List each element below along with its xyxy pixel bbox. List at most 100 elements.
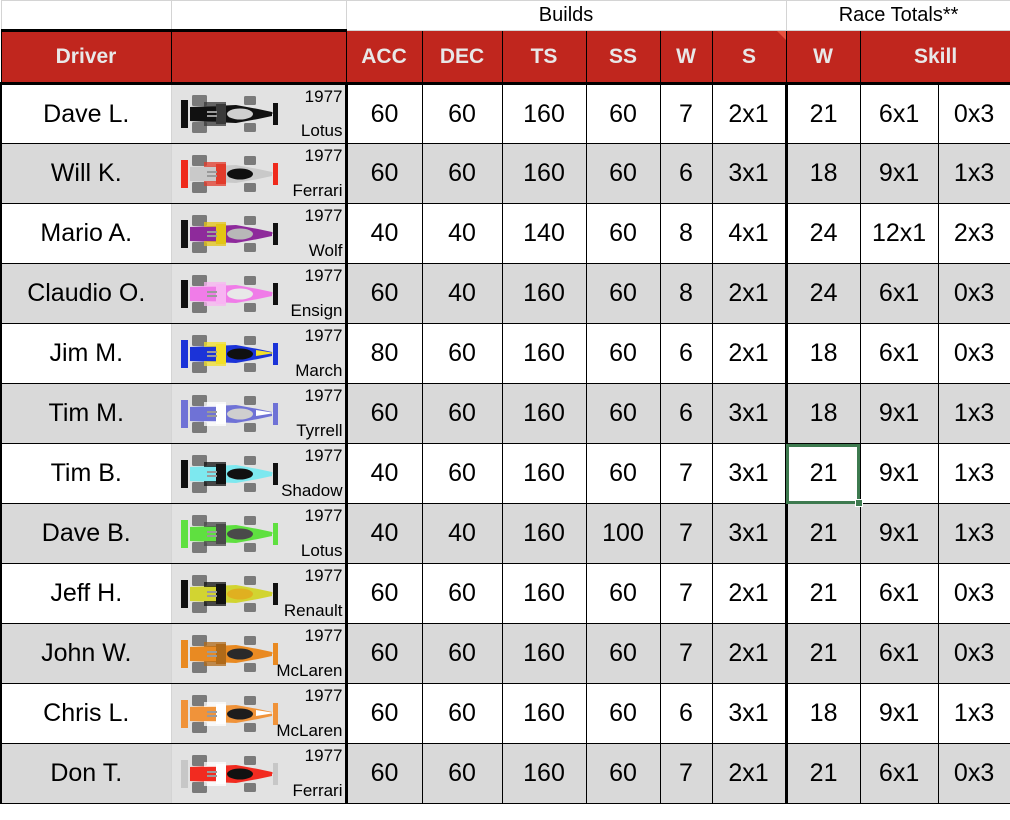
cell-w-total[interactable]: 21 [785,743,861,804]
cell-ts[interactable]: 160 [501,263,587,324]
cell-car[interactable]: 1977 Ensign [170,263,348,324]
cell-ts[interactable]: 160 [501,383,587,444]
cell-acc[interactable]: 40 [344,503,423,564]
cell-s-build[interactable]: 2x1 [711,323,788,384]
cell-s-build[interactable]: 2x1 [711,623,788,684]
cell-skill[interactable]: 6x1 [859,623,939,684]
cell-acc[interactable]: 40 [344,443,423,504]
cell-s-build[interactable]: 2x1 [711,83,788,144]
cell-ss[interactable]: 60 [585,563,661,624]
cell-acc[interactable]: 80 [344,323,423,384]
cell-acc[interactable]: 40 [344,203,423,264]
cell-skill[interactable]: 12x1 [859,203,939,264]
cell-w-build[interactable]: 7 [659,503,713,564]
cell-car[interactable]: 1977 McLaren [170,683,348,744]
cell-ss[interactable]: 60 [585,683,661,744]
cell-driver[interactable]: Tim B. [0,443,172,504]
cell-w-build[interactable]: 7 [659,443,713,504]
cell-skill[interactable]: 6x1 [859,323,939,384]
cell-dec[interactable]: 60 [421,83,503,144]
cell-ss[interactable]: 60 [585,743,661,804]
cell-skill-secondary[interactable]: 0x3 [937,743,1010,804]
cell-ss[interactable]: 60 [585,203,661,264]
column-header-w-total[interactable]: W [785,30,861,85]
cell-driver[interactable]: Will K. [0,143,172,204]
cell-skill-secondary[interactable]: 0x3 [937,263,1010,324]
cell-ss[interactable]: 100 [585,503,661,564]
cell-car[interactable]: 1977 Tyrrell [170,383,348,444]
cell-skill[interactable]: 6x1 [859,563,939,624]
cell-ts[interactable]: 160 [501,563,587,624]
cell-w-total[interactable]: 18 [785,383,861,444]
cell-car[interactable]: 1977 Wolf [170,203,348,264]
cell-w-build[interactable]: 6 [659,323,713,384]
cell-ts[interactable]: 160 [501,623,587,684]
cell-w-total[interactable]: 21 [785,563,861,624]
cell-w-build[interactable]: 7 [659,623,713,684]
column-header-car[interactable] [170,30,347,85]
cell-dec[interactable]: 40 [421,203,503,264]
cell-skill[interactable]: 9x1 [859,443,939,504]
cell-car[interactable]: 1977 Ferrari [170,143,348,204]
cell-skill-secondary[interactable]: 1x3 [937,683,1010,744]
cell-car[interactable]: 1977 Lotus [170,503,348,564]
cell-ts[interactable]: 160 [501,323,587,384]
cell-car[interactable]: 1977 March [170,323,348,384]
cell-s-build[interactable]: 4x1 [711,203,788,264]
cell-dec[interactable]: 40 [421,503,503,564]
cell-s-build[interactable]: 2x1 [711,263,788,324]
cell-car[interactable]: 1977 Renault [170,563,348,624]
cell-ts[interactable]: 160 [501,83,587,144]
cell-car[interactable]: 1977 McLaren [170,623,348,684]
cell-acc[interactable]: 60 [344,563,423,624]
cell-ss[interactable]: 60 [585,443,661,504]
cell-ts[interactable]: 160 [501,503,587,564]
cell-w-total[interactable]: 21 [785,503,861,564]
cell-w-build[interactable]: 6 [659,683,713,744]
cell-ts[interactable]: 140 [501,203,587,264]
cell-driver[interactable]: Don T. [0,743,172,804]
cell-skill[interactable]: 9x1 [859,503,939,564]
cell-ts[interactable]: 160 [501,683,587,744]
cell-ss[interactable]: 60 [585,83,661,144]
cell-w-total[interactable]: 18 [785,143,861,204]
cell-skill-secondary[interactable]: 1x3 [937,383,1010,444]
cell-acc[interactable]: 60 [344,683,423,744]
cell-w-build[interactable]: 7 [659,743,713,804]
cell-ts[interactable]: 160 [501,743,587,804]
cell-driver[interactable]: Claudio O. [0,263,172,324]
column-header-ts[interactable]: TS [501,30,587,85]
cell-skill-secondary[interactable]: 1x3 [937,143,1010,204]
cell-acc[interactable]: 60 [344,743,423,804]
cell-driver[interactable]: Jim M. [0,323,172,384]
cell-w-total[interactable]: 24 [785,203,861,264]
cell-s-build[interactable]: 3x1 [711,683,788,744]
cell-dec[interactable]: 60 [421,623,503,684]
cell-skill[interactable]: 9x1 [859,683,939,744]
cell-s-build[interactable]: 2x1 [711,563,788,624]
cell-dec[interactable]: 60 [421,323,503,384]
cell-w-build[interactable]: 6 [659,383,713,444]
cell-skill[interactable]: 6x1 [859,83,939,144]
cell-dec[interactable]: 60 [421,743,503,804]
cell-dec[interactable]: 60 [421,383,503,444]
cell-ss[interactable]: 60 [585,383,661,444]
column-header-s-build[interactable]: S [711,30,787,85]
column-header-acc[interactable]: ACC [345,30,423,85]
cell-w-total[interactable]: 21 [785,623,861,684]
cell-car[interactable]: 1977 Shadow [170,443,348,504]
cell-driver[interactable]: Dave L. [0,83,172,144]
cell-ss[interactable]: 60 [585,623,661,684]
cell-skill-secondary[interactable]: 1x3 [937,443,1010,504]
column-header-ss[interactable]: SS [585,30,661,85]
cell-s-build[interactable]: 3x1 [711,443,788,504]
cell-ts[interactable]: 160 [501,443,587,504]
cell-s-build[interactable]: 3x1 [711,143,788,204]
cell-skill[interactable]: 9x1 [859,383,939,444]
cell-car[interactable]: 1977 Lotus [170,83,348,144]
cell-acc[interactable]: 60 [344,143,423,204]
cell-skill-secondary[interactable]: 1x3 [937,503,1010,564]
cell-ss[interactable]: 60 [585,263,661,324]
column-header-dec[interactable]: DEC [421,30,503,85]
column-header-driver[interactable]: Driver [0,30,172,85]
